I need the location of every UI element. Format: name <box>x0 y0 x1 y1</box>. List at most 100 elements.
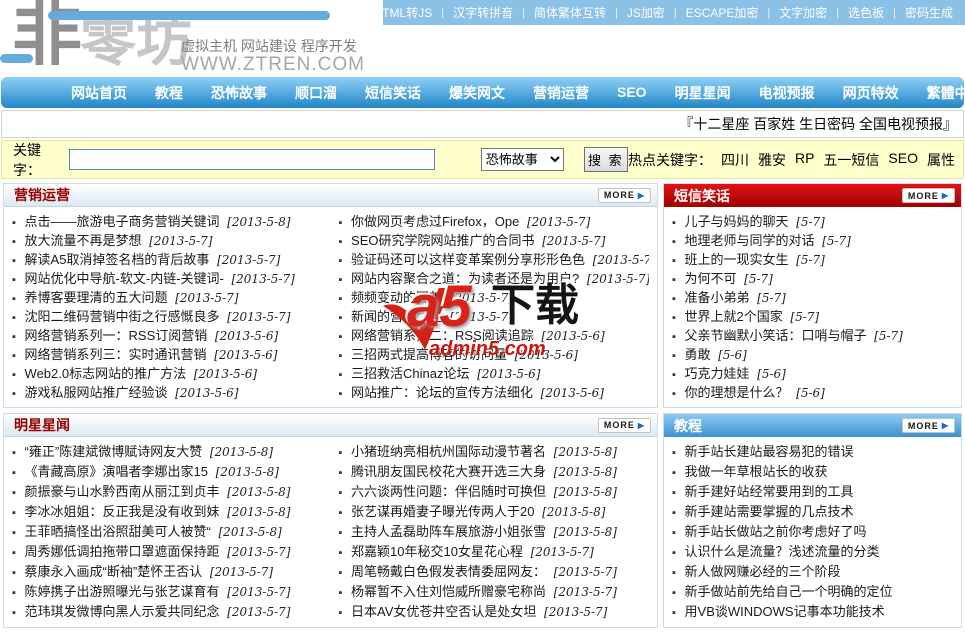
article-link[interactable]: 六六谈两性问题：伴侣随时可换但 <box>351 484 546 499</box>
article-link[interactable]: 周笔畅戴白色假发表情委屈网友： <box>351 564 546 579</box>
hot-keyword-link[interactable]: 四川 <box>721 152 749 168</box>
topbar-link-item: ESCAPE加密 <box>665 4 759 21</box>
article-link[interactable]: 网站优化中导航-软文-内链-关键词- <box>25 271 224 286</box>
article-link[interactable]: 养博客要理清的五大问题 <box>25 290 168 305</box>
article-link[interactable]: 用VB谈WINDOWS记事本功能技术 <box>685 604 885 619</box>
article-link[interactable]: 勇敢 <box>685 347 711 362</box>
article-link[interactable]: 李冰冰姐姐：反正我是没有收到妹 <box>25 504 220 519</box>
topbar-link[interactable]: 文字加密 <box>779 4 827 21</box>
article-link[interactable]: 周秀娜低调拍拖带口罩遮面保持距 <box>25 544 220 559</box>
nav-link[interactable]: 网站首页 <box>57 85 141 101</box>
nav-link[interactable]: 明星星闻 <box>661 85 745 101</box>
article-link[interactable]: 解读A5取消掉签名档的背后故事 <box>25 252 210 267</box>
topbar-link[interactable]: 汉字转拼音 <box>453 4 513 21</box>
nav-link[interactable]: SEO <box>603 84 661 100</box>
article-link[interactable]: 游戏私服网站推广经验谈 <box>25 385 168 400</box>
article-link[interactable]: 小猪班纳亮相杭州国际动漫节著名 <box>351 444 546 459</box>
article-link[interactable]: 你的理想是什么？ <box>685 385 789 400</box>
article-link[interactable]: 网络营销系列三：实时通讯营销 <box>25 347 207 362</box>
article-link[interactable]: 网络营销系列二：RSS阅读追踪 <box>351 328 534 343</box>
nav-link[interactable]: 顺口溜 <box>281 85 351 101</box>
category-select[interactable]: 恐怖故事 <box>481 148 564 171</box>
topbar-link[interactable]: JS加密 <box>627 4 665 21</box>
article-link[interactable]: 日本AV女优苍井空否认是处女坦 <box>351 604 536 619</box>
topbar-link[interactable]: 简体繁体互转 <box>534 4 606 21</box>
site-logo[interactable]: 非 零坊 虚拟主机 网站建设 程序开发 WWW.ZTREN.COM <box>0 0 380 77</box>
article-link[interactable]: 郑嘉颖10年秘交10女星花心程 <box>351 544 523 559</box>
section-tutorial-header: 教程 MORE <box>664 414 961 437</box>
search-input[interactable] <box>69 149 435 170</box>
article-link[interactable]: 新手站长建站最容易犯的错误 <box>685 444 854 459</box>
hot-keyword-link[interactable]: 雅安 <box>758 152 786 168</box>
article-link[interactable]: 主持人孟磊助阵车展旅游小姐张雪 <box>351 524 546 539</box>
nav-link[interactable]: 繁體中文 <box>913 85 965 101</box>
hot-keyword-link[interactable]: RP <box>795 150 814 166</box>
search-button[interactable]: 搜 索 <box>584 147 628 172</box>
article-link[interactable]: 陈婷携子出游照曝光与张艺谋育有 <box>25 584 220 599</box>
topbar-link[interactable]: 选色板 <box>848 4 884 21</box>
article-link[interactable]: 王菲晒搞怪出浴照甜美可人被赞“ <box>25 524 211 539</box>
hot-keyword-link[interactable]: 属性 <box>927 152 955 168</box>
article-link[interactable]: 三招两式提高博客的访问量 <box>351 347 507 362</box>
article-link[interactable]: “雍正”陈建斌微博赋诗网友大赞 <box>25 444 203 459</box>
article-link[interactable]: 杨幂暂不入住刘恺威所赠豪宅称尚 <box>351 584 546 599</box>
article-link[interactable]: 范玮琪发微博向黑人示爱共同纪念 <box>25 604 220 619</box>
article-date: [5-6] <box>718 348 747 362</box>
nav-link[interactable]: 电视预报 <box>745 85 829 101</box>
article-link[interactable]: 蔡康永入画成“断袖”楚怀王否认 <box>25 564 203 579</box>
article-date: [2013-5-7] <box>531 545 594 559</box>
article-link[interactable]: 新手建站需要掌握的几点技术 <box>685 504 854 519</box>
article-link[interactable]: 三招救活Chinaz论坛 <box>351 366 469 381</box>
article-link[interactable]: 张艺谋再婚妻子曝光传两人于20 <box>351 504 534 519</box>
nav-link[interactable]: 网页特效 <box>829 85 913 101</box>
article-link[interactable]: SEO研究学院网站推广的合同书 <box>351 233 534 248</box>
more-link[interactable]: MORE <box>598 418 651 433</box>
article-link[interactable]: 父亲节幽默小笑话：口哨与帽子 <box>685 328 867 343</box>
article-list-item: 三招两式提高博客的访问量 [2013-5-6] <box>339 345 650 364</box>
hot-keywords: 热点关键字： 四川 雅安 RP 五一短信 <box>628 150 955 170</box>
article-link[interactable]: 点击——旅游电子商务营销关键词 <box>25 214 220 229</box>
more-link[interactable]: MORE <box>902 418 955 433</box>
article-link[interactable]: 网站内容聚合之道：为读者还是为用户? <box>351 271 579 286</box>
article-link[interactable]: 《青藏高原》演唱者李娜出家15 <box>25 464 208 479</box>
article-link[interactable]: 我做一年草根站长的收获 <box>685 464 828 479</box>
hot-keyword-link[interactable]: SEO <box>888 150 918 166</box>
article-link[interactable]: 世界上就2个国家 <box>685 309 783 324</box>
hot-keyword-link[interactable]: 五一短信 <box>823 152 879 168</box>
more-link[interactable]: MORE <box>902 188 955 203</box>
article-date: [2013-5-8] <box>210 445 273 459</box>
article-link[interactable]: Web2.0标志网站的推广方法 <box>25 366 187 381</box>
topbar-link[interactable]: ESCAPE加密 <box>686 4 759 21</box>
article-link[interactable]: 新人做网赚必经的三个阶段 <box>685 564 841 579</box>
article-link[interactable]: 你做网页考虑过Firefox，Ope <box>351 214 519 229</box>
topbar-link[interactable]: HTML转JS <box>374 4 433 21</box>
article-link[interactable]: 频频变动的国美 <box>351 290 442 305</box>
article-link[interactable]: 新闻的营销：让 <box>351 309 442 324</box>
more-link[interactable]: MORE <box>598 188 651 203</box>
article-link[interactable]: 儿子与妈妈的聊天 <box>685 214 789 229</box>
subbar-links[interactable]: 『十二星座 百家姓 生日密码 全国电视预报』 <box>679 114 957 134</box>
article-link[interactable]: 地理老师与同学的对话 <box>685 233 815 248</box>
article-link[interactable]: 放大流量不再是梦想 <box>25 233 142 248</box>
nav-link[interactable]: 短信笑话 <box>351 85 435 101</box>
article-date: [5-7] <box>796 215 825 229</box>
article-link[interactable]: 班上的一现实女生 <box>685 252 789 267</box>
article-link[interactable]: 网站推广：论坛的宣传方法细化 <box>351 385 533 400</box>
nav-link[interactable]: 爆笑网文 <box>435 85 519 101</box>
article-link[interactable]: 认识什么是流量？浅述流量的分类 <box>685 544 880 559</box>
article-link[interactable]: 网络营销系列一：RSS订阅营销 <box>25 328 208 343</box>
article-link[interactable]: 沈阳二维码营销中街之行感慨良多 <box>25 309 220 324</box>
article-link[interactable]: 新手做站前先给自己一个明确的定位 <box>685 584 893 599</box>
topbar-link[interactable]: 密码生成 <box>905 4 953 21</box>
article-link[interactable]: 为何不可 <box>685 271 737 286</box>
nav-link[interactable]: 营销运营 <box>519 85 603 101</box>
nav-link[interactable]: 教程 <box>141 85 197 101</box>
article-link[interactable]: 新手站长做站之前你考虑好了吗 <box>685 524 867 539</box>
article-link[interactable]: 准备小弟弟 <box>685 290 750 305</box>
article-link[interactable]: 新手建好站经常要用到的工具 <box>685 484 854 499</box>
article-link[interactable]: 验证码还可以这样变革案例分享形形色色 <box>351 252 585 267</box>
article-link[interactable]: 腾讯朋友国民校花大赛开选三大身 <box>351 464 546 479</box>
article-link[interactable]: 颜振豪与山水黔西南从丽江到贞丰 <box>25 484 220 499</box>
article-link[interactable]: 巧克力娃娃 <box>685 366 750 381</box>
nav-link[interactable]: 恐怖故事 <box>197 85 281 101</box>
